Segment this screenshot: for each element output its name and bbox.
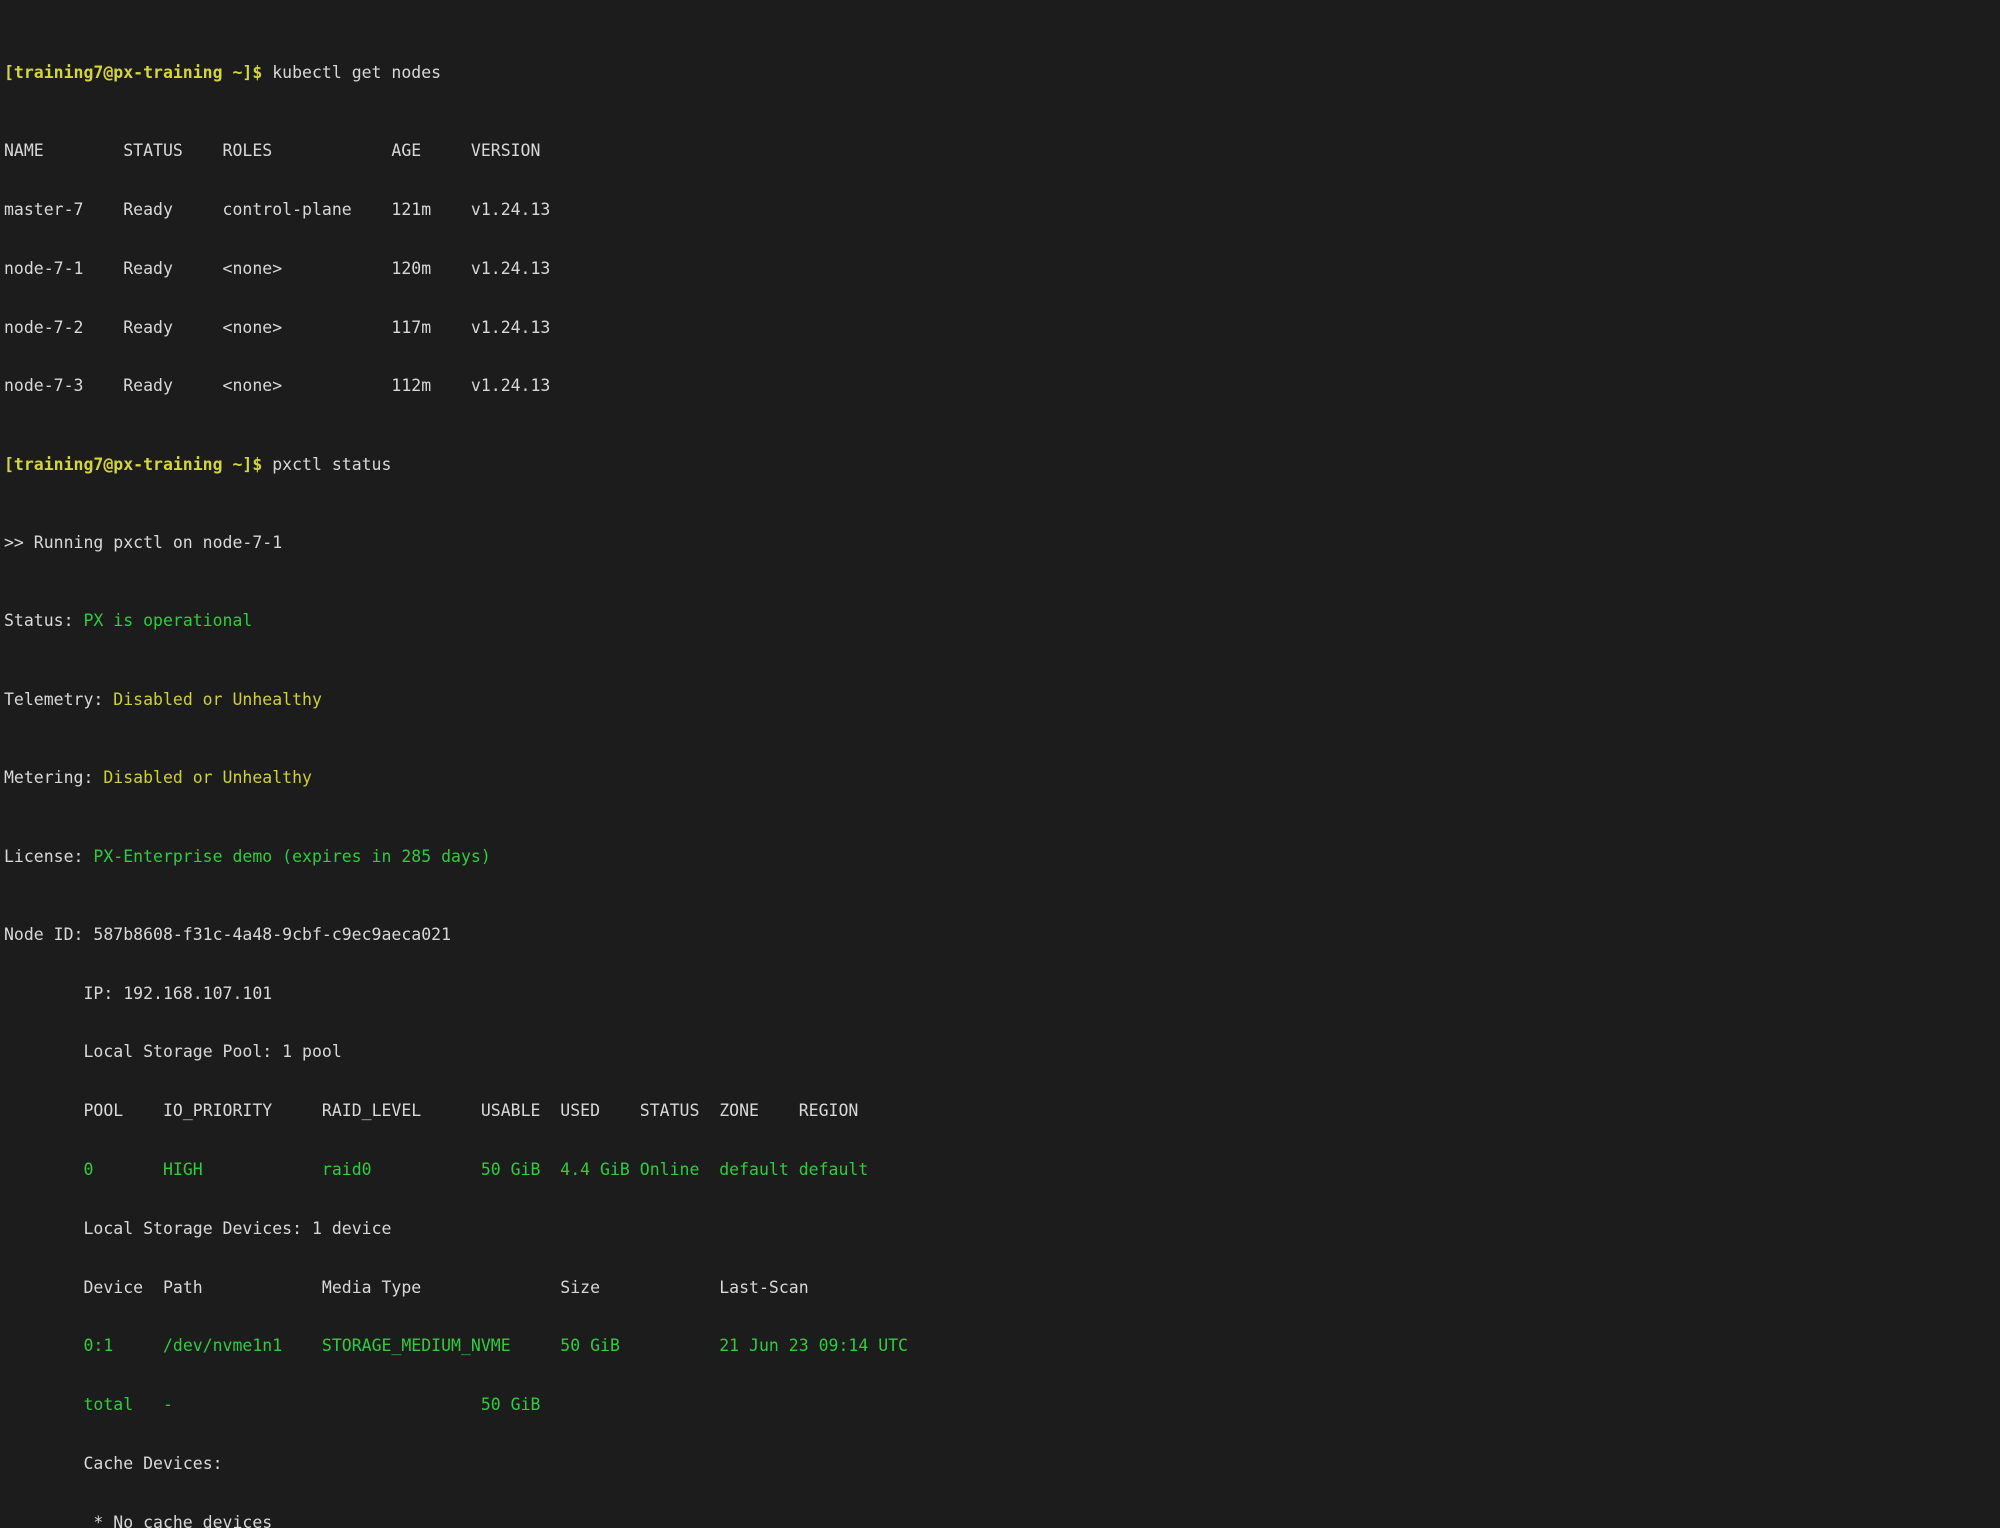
status-label: Status: bbox=[4, 611, 84, 631]
metering-label: Metering: bbox=[4, 768, 104, 788]
terminal-window[interactable]: [training7@px-training ~]$ kubectl get n… bbox=[0, 0, 2000, 1528]
license-value: PX-Enterprise demo (expires in 285 days) bbox=[93, 846, 491, 866]
pxctl-license-line: License: PX-Enterprise demo (expires in … bbox=[4, 847, 2000, 867]
pxctl-node-ip: IP: 192.168.107.101 bbox=[4, 983, 273, 1003]
storage-pool-table-row: 0 HIGH raid0 50 GiB 4.4 GiB Online defau… bbox=[4, 1160, 869, 1180]
storage-device-table-header: Device Path Media Type Size Last-Scan bbox=[4, 1277, 809, 1297]
kubectl-node-row: node-7-3 Ready <none> 112m v1.24.13 bbox=[4, 376, 551, 396]
local-storage-pool-title: Local Storage Pool: 1 pool bbox=[4, 1042, 342, 1062]
shell-prompt: [training7@px-training ~]$ bbox=[4, 62, 263, 82]
pxctl-status-line: Status: PX is operational bbox=[4, 611, 2000, 631]
kubectl-nodes-header: NAME STATUS ROLES AGE VERSION bbox=[4, 141, 541, 161]
storage-device-table-row: 0:1 /dev/nvme1n1 STORAGE_MEDIUM_NVME 50 … bbox=[4, 1336, 908, 1356]
pxctl-node-id: Node ID: 587b8608-f31c-4a48-9cbf-c9ec9ae… bbox=[4, 924, 452, 944]
kubectl-node-row: master-7 Ready control-plane 121m v1.24.… bbox=[4, 199, 551, 219]
shell-prompt: [training7@px-training ~]$ bbox=[4, 454, 263, 474]
pxctl-running-on: >> Running pxctl on node-7-1 bbox=[4, 533, 283, 553]
command-line-pxctl: [training7@px-training ~]$ pxctl status bbox=[4, 455, 2000, 475]
storage-device-total-row: total - 50 GiB bbox=[4, 1395, 541, 1415]
kubectl-node-row: node-7-1 Ready <none> 120m v1.24.13 bbox=[4, 258, 551, 278]
status-value: PX is operational bbox=[83, 611, 253, 631]
pxctl-metering-line: Metering: Disabled or Unhealthy bbox=[4, 768, 2000, 788]
command-text-kubectl bbox=[262, 63, 272, 82]
storage-pool-table-header: POOL IO_PRIORITY RAID_LEVEL USABLE USED … bbox=[4, 1101, 859, 1121]
no-cache-devices-text: * No cache devices bbox=[4, 1512, 273, 1528]
local-storage-devices-title: Local Storage Devices: 1 device bbox=[4, 1218, 392, 1238]
command-pxctl-status: pxctl status bbox=[272, 454, 392, 474]
kubectl-node-row: node-7-2 Ready <none> 117m v1.24.13 bbox=[4, 317, 551, 337]
command-kubectl-get-nodes: kubectl get nodes bbox=[272, 62, 442, 82]
cache-devices-title: Cache Devices: bbox=[4, 1453, 223, 1473]
metering-value: Disabled or Unhealthy bbox=[103, 768, 312, 788]
command-line-kubectl: [training7@px-training ~]$ kubectl get n… bbox=[4, 63, 2000, 83]
pxctl-telemetry-line: Telemetry: Disabled or Unhealthy bbox=[4, 690, 2000, 710]
telemetry-label: Telemetry: bbox=[4, 689, 114, 709]
license-label: License: bbox=[4, 846, 94, 866]
telemetry-value: Disabled or Unhealthy bbox=[113, 689, 322, 709]
